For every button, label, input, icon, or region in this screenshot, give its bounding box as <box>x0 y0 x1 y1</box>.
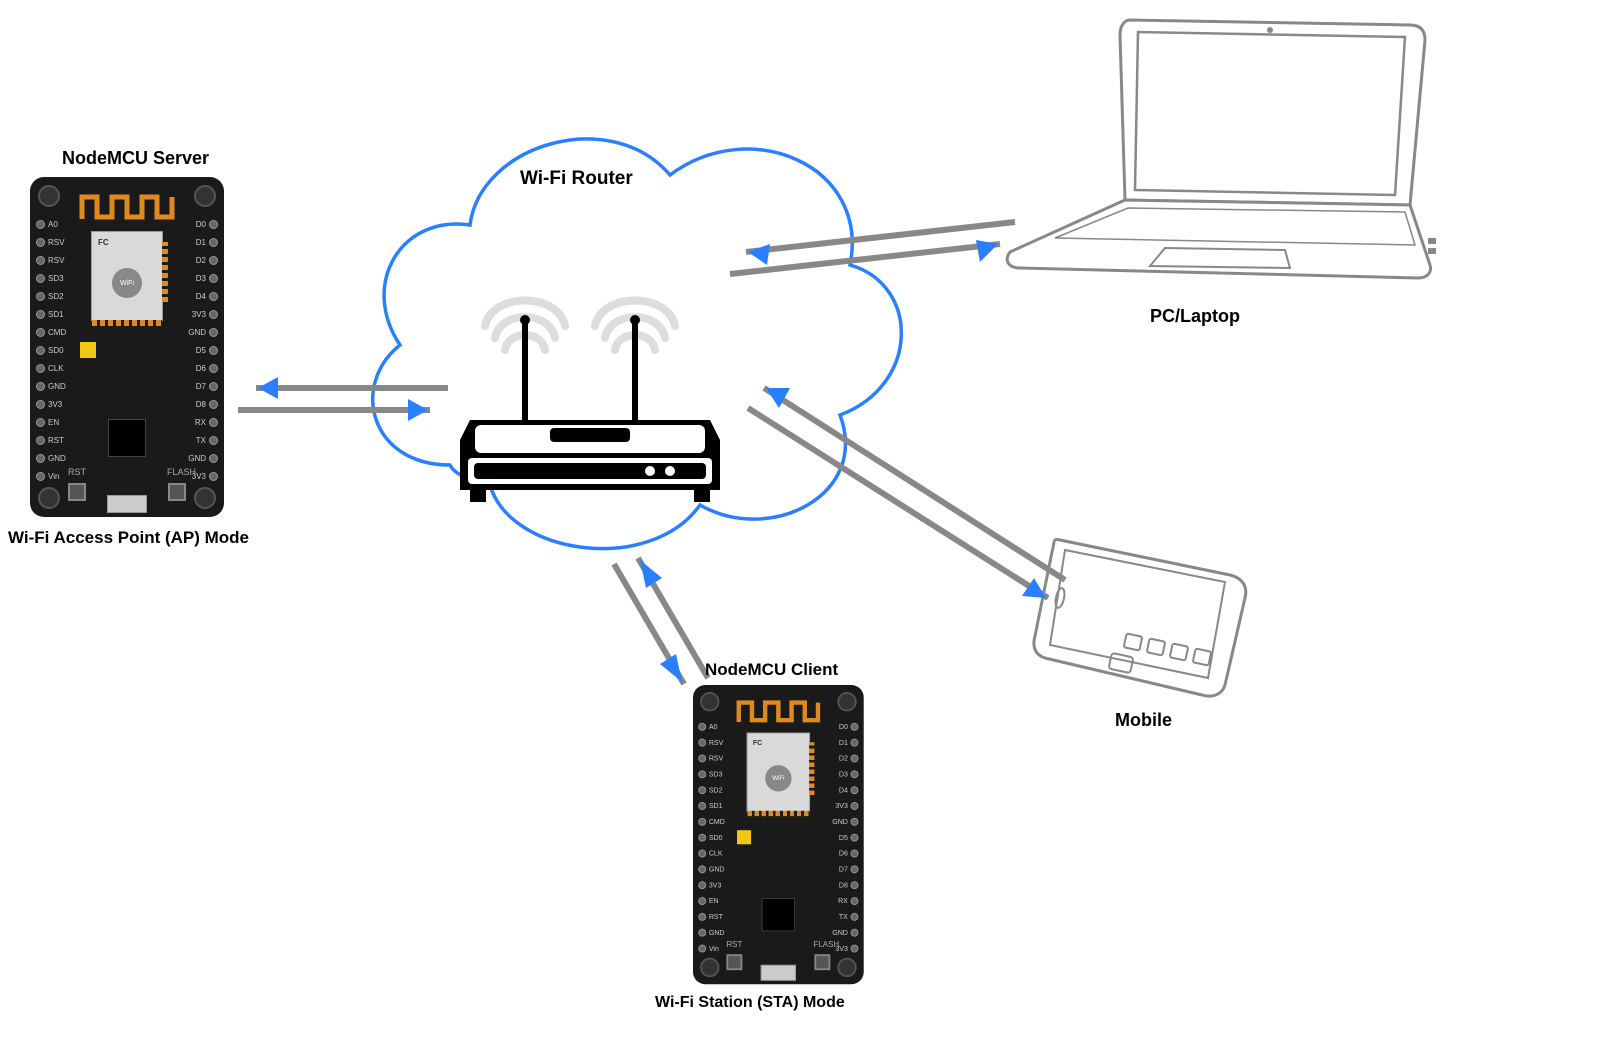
pin-sd1: SD1 <box>36 307 64 322</box>
server-mode-label: Wi-Fi Access Point (AP) Mode <box>8 528 249 548</box>
mobile-label: Mobile <box>1115 710 1172 731</box>
pin-d8: D8 <box>196 397 218 412</box>
pin-gnd: GND <box>36 451 66 466</box>
pins-right: D0D1D2D3D43V3GNDD5D6D7D8RXTXGND3V3 <box>832 720 858 955</box>
pin-gnd: GND <box>188 451 218 466</box>
pin-d4: D4 <box>196 289 218 304</box>
pin-d3: D3 <box>196 271 218 286</box>
laptop-label: PC/Laptop <box>1150 306 1240 327</box>
wifi-logo-icon: WiFi <box>765 765 791 791</box>
usb-port-icon <box>107 495 147 513</box>
pin-a0: A0 <box>36 217 58 232</box>
pins-left: A0 RSV RSV SD3 SD2 SD1 CMD SD0 CLK GND 3V3 EN RST GND… <box>698 720 725 955</box>
rst-button[interactable] <box>68 483 86 501</box>
flash-button[interactable] <box>814 954 830 970</box>
pin-gnd: GND <box>188 325 218 340</box>
pin-d1: D1 <box>196 235 218 250</box>
nodemcu-server-board: FC WiFi A0 RSV RSV SD3 SD2 SD1 CMD SD0 CLK GND 3V3… <box>30 177 224 517</box>
pin-cmd: CMD <box>36 325 66 340</box>
flash-button-label: FLASH <box>814 940 840 949</box>
laptop-icon <box>1000 10 1440 300</box>
pin-clk: CLK <box>36 361 64 376</box>
pin-d4: D4 <box>839 784 859 797</box>
pin-d3: D3 <box>839 768 859 781</box>
client-title: NodeMCU Client <box>705 660 838 680</box>
pin-sd0: SD0 <box>36 343 64 358</box>
pin-sd2: SD2 <box>36 289 64 304</box>
pin-sd3: SD3 <box>36 271 64 286</box>
pin-en: EN <box>698 894 718 907</box>
esp8266-chip-icon: FC WiFi <box>91 231 163 321</box>
pin-cmd: CMD <box>698 815 725 828</box>
pin-clk: CLK <box>698 847 722 860</box>
fc-logo: FC <box>753 739 762 747</box>
server-title: NodeMCU Server <box>62 148 209 169</box>
pin-sd1: SD1 <box>698 799 722 812</box>
component-icon <box>80 342 96 358</box>
pin-rsv: RSV <box>698 752 723 765</box>
pin-3v3: 3V3 <box>36 397 62 412</box>
antenna-trace-icon <box>77 189 177 225</box>
usb-port-icon <box>761 965 796 981</box>
pin-tx: TX <box>839 910 859 923</box>
router-label: Wi-Fi Router <box>520 168 633 190</box>
fc-logo: FC <box>98 238 109 247</box>
pin-rx: RX <box>838 894 858 907</box>
wifi-logo-icon: WiFi <box>112 268 142 298</box>
rst-button-label: RST <box>726 940 742 949</box>
arrow-server-router <box>228 370 458 430</box>
pin-rst: RST <box>698 910 723 923</box>
pin-3v3: 3V3 <box>835 799 858 812</box>
pin-gnd: GND <box>36 379 66 394</box>
pin-rsv: RSV <box>36 253 64 268</box>
router-icon <box>450 290 730 510</box>
pin-d2: D2 <box>196 253 218 268</box>
pin-rsv: RSV <box>698 736 723 749</box>
rst-button[interactable] <box>726 954 742 970</box>
pin-rst: RST <box>36 433 64 448</box>
pin-gnd: GND <box>832 926 858 939</box>
pin-gnd: GND <box>832 815 858 828</box>
pin-sd2: SD2 <box>698 784 722 797</box>
pin-rx: RX <box>195 415 218 430</box>
pin-d6: D6 <box>839 847 859 860</box>
pin-sd3: SD3 <box>698 768 722 781</box>
rst-button-label: RST <box>68 467 86 477</box>
pin-d1: D1 <box>839 736 859 749</box>
pin-d7: D7 <box>196 379 218 394</box>
usb-chip-icon <box>762 898 795 931</box>
pin-vin: Vin <box>36 469 59 484</box>
arrow-router-mobile <box>740 370 1080 600</box>
arrow-router-laptop <box>720 210 1030 290</box>
pin-d0: D0 <box>839 720 859 733</box>
pin-vin: Vin <box>698 942 719 955</box>
pin-d6: D6 <box>196 361 218 376</box>
pins-left: A0 RSV RSV SD3 SD2 SD1 CMD SD0 CLK GND 3V3 EN RST GND… <box>36 217 66 484</box>
pin-d7: D7 <box>839 863 859 876</box>
pin-rsv: RSV <box>36 235 64 250</box>
pin-sd0: SD0 <box>698 831 722 844</box>
nodemcu-client-board: FC WiFi A0 RSV RSV SD3 SD2 SD1 CMD SD0 CLK GND 3V3… <box>693 685 864 984</box>
pin-d0: D0 <box>196 217 218 232</box>
esp8266-chip-icon: FC WiFi <box>747 733 810 812</box>
antenna-trace-icon <box>734 696 822 728</box>
flash-button[interactable] <box>168 483 186 501</box>
pin-tx: TX <box>196 433 218 448</box>
pins-right: D0D1D2D3D43V3GNDD5D6D7D8RXTXGND3V3 <box>188 217 218 484</box>
flash-button-label: FLASH <box>167 467 196 477</box>
pin-d5: D5 <box>839 831 859 844</box>
pin-d8: D8 <box>839 879 859 892</box>
pin-d5: D5 <box>196 343 218 358</box>
pin-3v3: 3V3 <box>192 307 218 322</box>
usb-chip-icon <box>108 419 146 457</box>
pin-en: EN <box>36 415 59 430</box>
pin-gnd: GND <box>698 926 724 939</box>
pin-d2: D2 <box>839 752 859 765</box>
pin-3v3: 3V3 <box>698 879 721 892</box>
component-icon <box>737 830 751 844</box>
client-mode-label: Wi-Fi Station (STA) Mode <box>655 994 845 1012</box>
pin-a0: A0 <box>698 720 717 733</box>
pin-gnd: GND <box>698 863 724 876</box>
